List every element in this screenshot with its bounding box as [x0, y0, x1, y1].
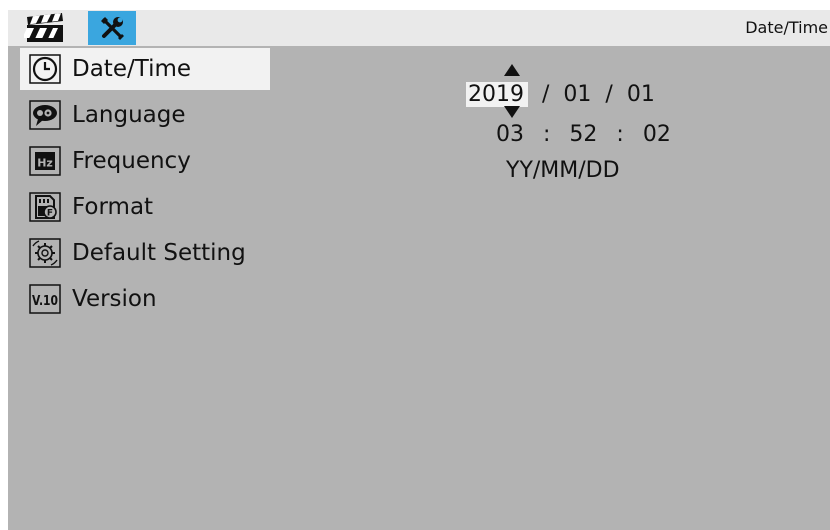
settings-menu: Date/Time Language Hz Frequency F Format… — [20, 46, 320, 322]
video-mode-tab[interactable] — [22, 11, 68, 45]
page-title: Date/Time — [745, 18, 828, 37]
clapperboard-icon — [24, 13, 63, 42]
menu-item-date-time[interactable]: Date/Time — [20, 46, 320, 92]
menu-item-language[interactable]: Language — [20, 92, 320, 138]
menu-item-label: Date/Time — [72, 56, 192, 82]
second-field[interactable]: 02 — [643, 122, 671, 147]
clock-icon — [28, 54, 62, 84]
time-separator: : — [616, 122, 624, 147]
sd-card-format-icon: F — [28, 192, 62, 222]
year-field[interactable]: 2019 — [466, 81, 528, 107]
hz-icon: Hz — [28, 146, 62, 176]
month-field[interactable]: 01 — [563, 82, 591, 107]
day-field[interactable]: 01 — [627, 82, 655, 107]
increment-arrow-icon[interactable] — [504, 64, 520, 76]
minute-field[interactable]: 52 — [569, 122, 597, 147]
menu-item-frequency[interactable]: Hz Frequency — [20, 138, 320, 184]
menu-item-default-setting[interactable]: Default Setting — [20, 230, 320, 276]
menu-item-label: Language — [72, 102, 186, 128]
date-time-editor: 2019 / 01 / 01 03 : 52 : 02 YY/MM/DD — [466, 58, 706, 208]
settings-mode-tab[interactable] — [88, 11, 136, 45]
time-separator: : — [543, 122, 551, 147]
hz-icon-text: Hz — [37, 157, 53, 170]
version-icon: V.10 — [28, 284, 62, 314]
speech-bubble-icon — [28, 100, 62, 130]
menu-item-label: Frequency — [72, 148, 191, 174]
date-separator: / — [605, 81, 613, 107]
camera-settings-screen: Date/Time Date/Time Language Hz Frequenc… — [8, 10, 830, 530]
menu-item-version[interactable]: V.10 Version — [20, 276, 320, 322]
menu-item-label: Version — [72, 286, 157, 312]
menu-item-label: Format — [72, 194, 154, 220]
hour-field[interactable]: 03 — [496, 122, 524, 147]
gear-reset-icon — [28, 238, 62, 268]
menu-item-format[interactable]: F Format — [20, 184, 320, 230]
date-separator: / — [542, 81, 550, 107]
time-row: 03 : 52 : 02 — [496, 122, 671, 147]
tools-icon — [101, 17, 124, 40]
date-format-label: YY/MM/DD — [506, 158, 620, 183]
date-row: 2019 / 01 / 01 — [466, 80, 655, 108]
top-bar: Date/Time — [8, 10, 830, 46]
decrement-arrow-icon[interactable] — [504, 106, 520, 118]
svg-text:F: F — [47, 209, 53, 219]
version-icon-text: V.10 — [32, 294, 58, 309]
menu-item-label: Default Setting — [72, 240, 246, 266]
